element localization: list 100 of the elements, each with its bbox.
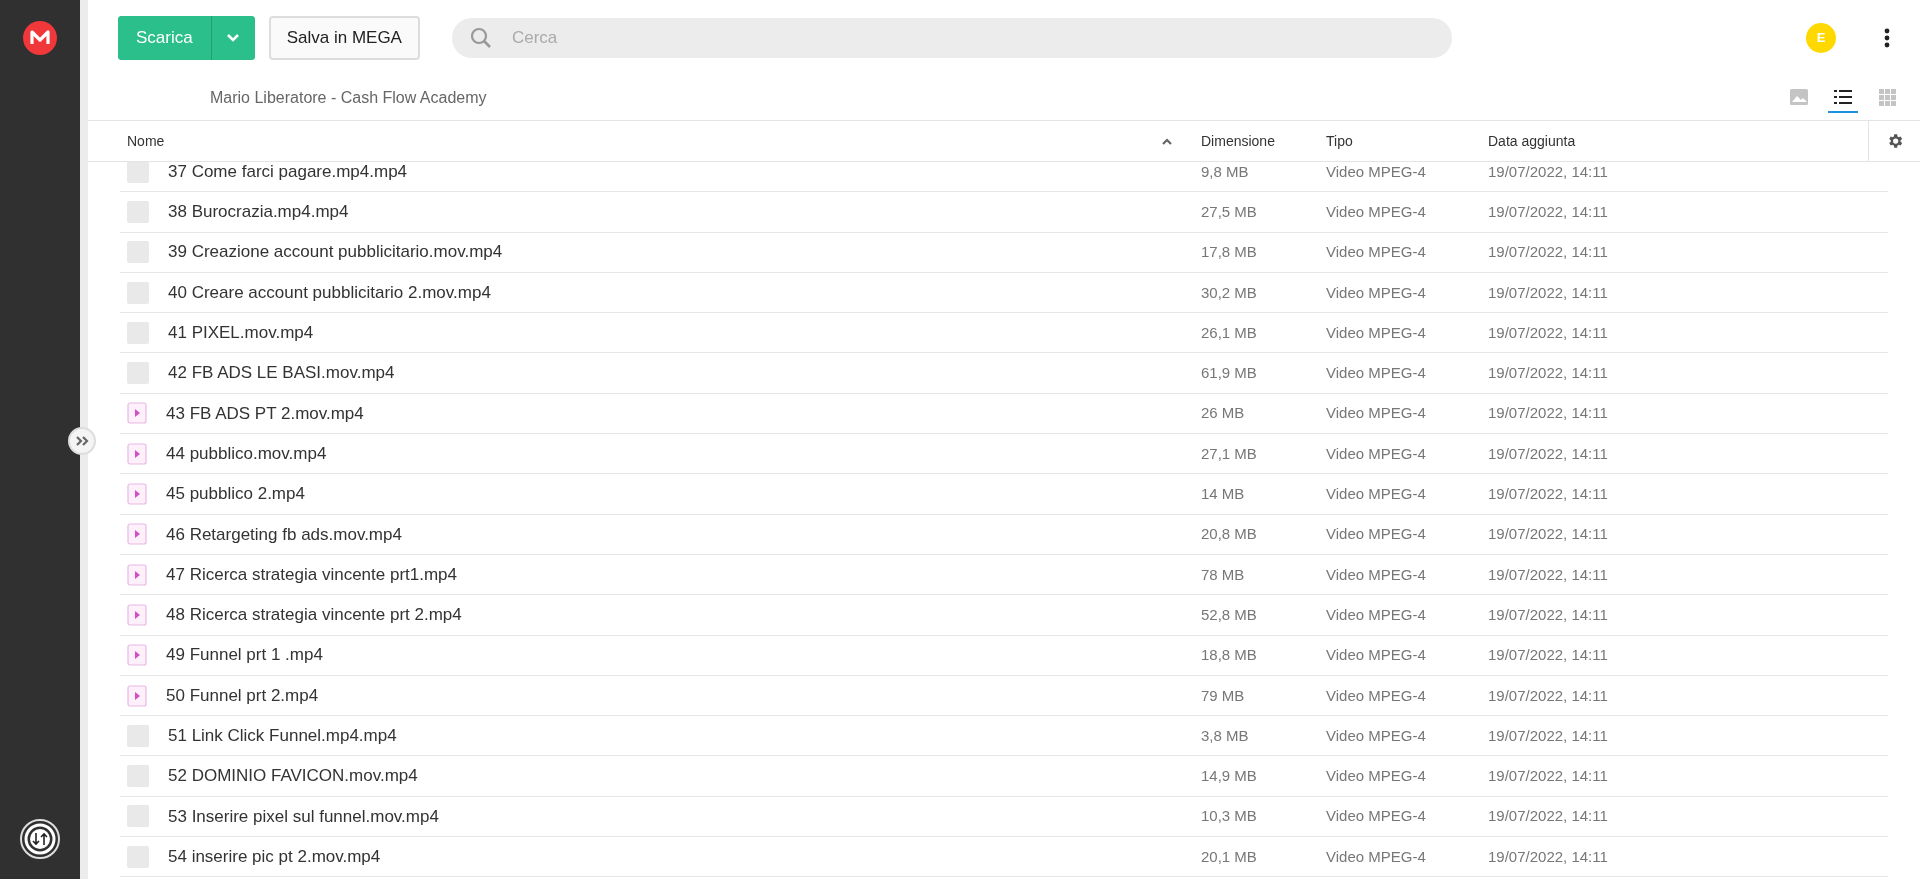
file-name[interactable]: 37 Come farci pagare.mp4.mp4 <box>168 162 408 185</box>
file-size: 20,1 MB <box>1201 847 1257 865</box>
file-type: Video MPEG-4 <box>1326 364 1426 382</box>
file-name[interactable]: 51 Link Click Funnel.mp4.mp4 <box>168 723 397 749</box>
date-added: 19/07/2022, 14:11 <box>1488 686 1608 704</box>
date-added: 19/07/2022, 14:11 <box>1488 283 1608 301</box>
file-row[interactable]: 53 Inserire pixel sul funnel.mov.mp4 10,3 MB Video MPEG-4 19/07/2022, 14:11 <box>120 796 1888 838</box>
file-name[interactable]: 52 DOMINIO FAVICON.mov.mp4 <box>168 763 418 789</box>
more-options-icon[interactable] <box>1884 28 1890 48</box>
file-row[interactable]: 44 pubblico.mov.mp4 27,1 MB Video MPEG-4 19/07/2022, 14:11 <box>120 434 1888 475</box>
date-added: 19/07/2022, 14:11 <box>1488 243 1608 261</box>
file-type: Video MPEG-4 <box>1326 162 1426 180</box>
column-header[interactable]: Nome <box>127 130 165 152</box>
file-type: Video MPEG-4 <box>1326 726 1426 744</box>
video-file-icon <box>127 523 147 546</box>
video-file-icon <box>127 603 147 626</box>
file-size: 17,8 MB <box>1201 243 1257 261</box>
file-row[interactable]: 48 Ricerca strategia vincente prt 2.mp4 52,8 MB Video MPEG-4 19/07/2022, 14:11 <box>120 595 1888 636</box>
video-file-icon <box>127 442 147 465</box>
file-row[interactable]: 42 FB ADS LE BASI.mov.mp4 61,9 MB Video MPEG-4 19/07/2022, 14:11 <box>120 353 1888 394</box>
file-name[interactable]: 44 pubblico.mov.mp4 <box>166 440 327 467</box>
file-size: 18,8 MB <box>1201 646 1257 664</box>
column-header[interactable]: Tipo <box>1326 130 1353 152</box>
file-size: 27,5 MB <box>1201 202 1257 220</box>
file-type: Video MPEG-4 <box>1326 485 1426 502</box>
file-size: 14,9 MB <box>1201 767 1257 785</box>
file-size: 30,2 MB <box>1201 283 1257 301</box>
file-type: Video MPEG-4 <box>1326 646 1426 664</box>
file-size: 52,8 MB <box>1201 605 1257 623</box>
file-size: 3,8 MB <box>1201 726 1249 744</box>
video-file-icon <box>127 563 147 586</box>
date-added: 19/07/2022, 14:11 <box>1488 485 1608 502</box>
date-added: 19/07/2022, 14:11 <box>1488 202 1608 220</box>
date-added: 19/07/2022, 14:11 <box>1488 767 1608 785</box>
expand-sidebar-button[interactable] <box>68 427 96 455</box>
file-row[interactable]: 51 Link Click Funnel.mp4.mp4 3,8 MB Video MPEG-4 19/07/2022, 14:11 <box>120 716 1888 757</box>
file-size: 14 MB <box>1201 485 1245 502</box>
search-input[interactable]: Cerca <box>509 24 1434 52</box>
file-name[interactable]: 39 Creazione account pubblicitario.mov.mp4 <box>168 239 503 265</box>
date-added: 19/07/2022, 14:11 <box>1488 726 1608 744</box>
file-row[interactable]: 39 Creazione account pubblicitario.mov.mp4 17,8 MB Video MPEG-4 19/07/2022, 14:11 <box>120 232 1888 273</box>
file-type: Video MPEG-4 <box>1326 686 1426 704</box>
file-row[interactable]: 52 DOMINIO FAVICON.mov.mp4 14,9 MB Video MPEG-4 19/07/2022, 14:11 <box>120 756 1888 797</box>
grid-icon <box>1876 86 1898 108</box>
file-row[interactable]: 46 Retargeting fb ads.mov.mp4 20,8 MB Video MPEG-4 19/07/2022, 14:11 <box>120 514 1888 555</box>
file-name[interactable]: 50 Funnel prt 2.mp4 <box>166 682 319 709</box>
picture-icon <box>1788 86 1810 108</box>
date-added: 19/07/2022, 14:11 <box>1488 605 1608 623</box>
file-size: 79 MB <box>1201 686 1245 704</box>
file-type: Video MPEG-4 <box>1326 323 1426 341</box>
search-field[interactable]: Cerca <box>451 18 1452 58</box>
transfers-icon[interactable] <box>20 819 60 859</box>
file-row[interactable]: 38 Burocrazia.mp4.mp4 27,5 MB Video MPEG-4 19/07/2022, 14:11 <box>120 192 1888 233</box>
file-name[interactable]: 42 FB ADS LE BASI.mov.mp4 <box>168 360 395 386</box>
sort-caret-icon[interactable] <box>1161 137 1173 145</box>
file-name[interactable]: 54 inserire pic pt 2.mov.mp4 <box>168 843 381 870</box>
file-row[interactable]: 49 Funnel prt 1 .mp4 18,8 MB Video MPEG-4 19/07/2022, 14:11 <box>120 635 1888 676</box>
caret-icon <box>226 33 241 43</box>
save-to-cloud-button[interactable]: Salva in MEGA <box>268 16 420 60</box>
file-type: Video MPEG-4 <box>1326 283 1426 301</box>
date-added: 19/07/2022, 14:11 <box>1488 847 1608 865</box>
file-name[interactable]: 49 Funnel prt 1 .mp4 <box>166 642 323 668</box>
file-name[interactable]: 46 Retargeting fb ads.mov.mp4 <box>166 521 402 548</box>
video-file-icon <box>127 684 147 707</box>
file-name[interactable]: 41 PIXEL.mov.mp4 <box>168 320 314 346</box>
date-added: 19/07/2022, 14:11 <box>1488 646 1608 664</box>
file-size: 61,9 MB <box>1201 364 1257 382</box>
file-type: Video MPEG-4 <box>1326 404 1426 422</box>
file-type: Video MPEG-4 <box>1326 202 1426 220</box>
file-name[interactable]: 53 Inserire pixel sul funnel.mov.mp4 <box>168 803 439 830</box>
file-row[interactable]: 43 FB ADS PT 2.mov.mp4 26 MB Video MPEG-4 19/07/2022, 14:11 <box>120 393 1888 435</box>
date-added: 19/07/2022, 14:11 <box>1488 525 1608 543</box>
video-file-icon <box>127 402 147 425</box>
file-type: Video MPEG-4 <box>1326 565 1426 583</box>
file-type: Video MPEG-4 <box>1326 444 1426 462</box>
file-name[interactable]: 40 Creare account pubblicitario 2.mov.mp4 <box>168 279 491 306</box>
file-name[interactable]: 43 FB ADS PT 2.mov.mp4 <box>166 400 364 427</box>
file-size: 78 MB <box>1201 565 1245 583</box>
file-name[interactable]: 38 Burocrazia.mp4.mp4 <box>168 199 349 225</box>
column-header[interactable]: Data aggiunta <box>1488 130 1576 152</box>
file-row[interactable]: 37 Come farci pagare.mp4.mp4 9,8 MB Video MPEG-4 19/07/2022, 14:11 <box>120 162 1888 193</box>
file-row[interactable]: 50 Funnel prt 2.mp4 79 MB Video MPEG-4 19/07/2022, 14:11 <box>120 675 1888 717</box>
file-name[interactable]: 45 pubblico 2.mp4 <box>166 481 305 507</box>
file-row[interactable]: 40 Creare account pubblicitario 2.mov.mp4 30,2 MB Video MPEG-4 19/07/2022, 14:11 <box>120 272 1888 314</box>
file-type: Video MPEG-4 <box>1326 847 1426 865</box>
date-added: 19/07/2022, 14:11 <box>1488 404 1608 422</box>
file-size: 26 MB <box>1201 404 1245 422</box>
date-added: 19/07/2022, 14:11 <box>1488 807 1608 825</box>
file-row[interactable]: 45 pubblico 2.mp4 14 MB Video MPEG-4 19/07/2022, 14:11 <box>120 474 1888 515</box>
file-type: Video MPEG-4 <box>1326 605 1426 623</box>
file-size: 9,8 MB <box>1201 162 1249 180</box>
date-added: 19/07/2022, 14:11 <box>1488 364 1608 382</box>
file-row[interactable]: 41 PIXEL.mov.mp4 26,1 MB Video MPEG-4 19/07/2022, 14:11 <box>120 313 1888 354</box>
file-row[interactable]: 54 inserire pic pt 2.mov.mp4 20,1 MB Video MPEG-4 19/07/2022, 14:11 <box>120 837 1888 878</box>
file-name[interactable]: 47 Ricerca strategia vincente prt1.mp4 <box>166 561 458 588</box>
file-name[interactable]: 48 Ricerca strategia vincente prt 2.mp4 <box>166 602 462 628</box>
column-header[interactable]: Dimensione <box>1201 130 1275 152</box>
mega-logo-icon[interactable] <box>23 21 57 55</box>
file-row[interactable]: 47 Ricerca strategia vincente prt1.mp4 78 MB Video MPEG-4 19/07/2022, 14:11 <box>120 554 1888 596</box>
video-file-icon <box>127 483 147 505</box>
